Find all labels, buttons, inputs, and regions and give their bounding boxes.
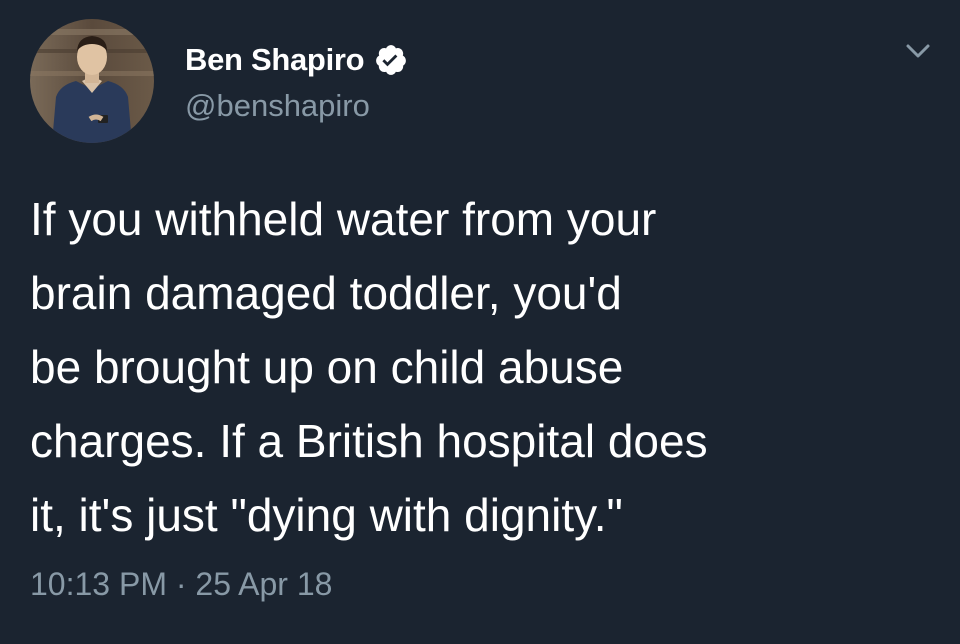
verified-badge-icon (374, 43, 408, 77)
tweet-text-line: If you withheld water from your (30, 193, 657, 245)
author-name-row: Ben Shapiro (185, 38, 408, 82)
tweet-date: 25 Apr 18 (195, 566, 333, 602)
tweet-card: Ben Shapiro @benshapiro If you withheld … (0, 0, 960, 644)
tweet-text-line: be brought up on child abuse (30, 341, 624, 393)
avatar-photo-icon (30, 19, 154, 143)
tweet-time: 10:13 PM (30, 566, 167, 602)
chevron-down-icon[interactable] (898, 36, 938, 66)
tweet-text: If you withheld water from your brain da… (30, 182, 930, 552)
author-avatar[interactable] (30, 19, 154, 143)
tweet-timestamp[interactable]: 10:13 PM · 25 Apr 18 (30, 566, 332, 603)
tweet-text-line: brain damaged toddler, you'd (30, 267, 622, 319)
timestamp-separator: · (175, 566, 187, 602)
tweet-text-line: it, it's just "dying with dignity." (30, 489, 623, 541)
author-display-name[interactable]: Ben Shapiro (185, 42, 365, 78)
tweet-text-line: charges. If a British hospital does (30, 415, 708, 467)
author-handle[interactable]: @benshapiro (185, 88, 370, 124)
